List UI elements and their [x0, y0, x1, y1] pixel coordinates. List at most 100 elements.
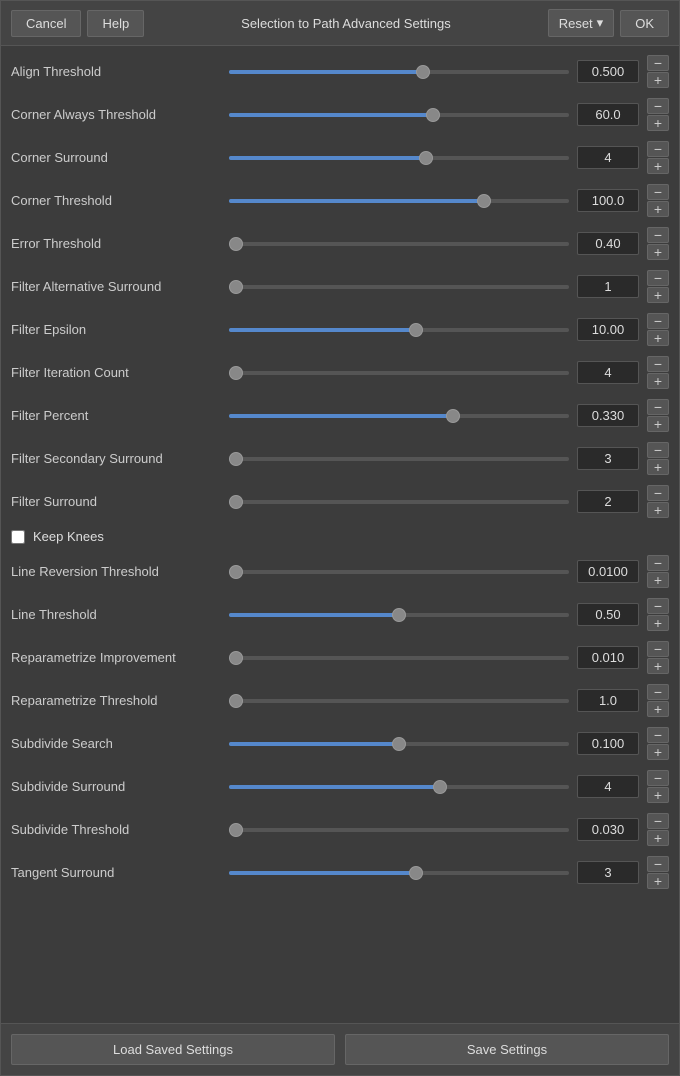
label-subdivide-surround: Subdivide Surround: [11, 779, 221, 794]
slider-thumb-error-threshold[interactable]: [229, 237, 243, 251]
slider-track-error-threshold: [229, 242, 569, 246]
decrement-button-line-reversion-threshold[interactable]: −: [647, 555, 669, 571]
decrement-button-subdivide-search[interactable]: −: [647, 727, 669, 743]
value-input-line-reversion-threshold[interactable]: [577, 560, 639, 583]
ok-button[interactable]: OK: [620, 10, 669, 37]
decrement-button-reparametrize-threshold[interactable]: −: [647, 684, 669, 700]
value-input-line-threshold[interactable]: [577, 603, 639, 626]
decrement-button-filter-iteration-count[interactable]: −: [647, 356, 669, 372]
decrement-button-subdivide-surround[interactable]: −: [647, 770, 669, 786]
value-input-corner-threshold[interactable]: [577, 189, 639, 212]
inc-dec-filter-percent: −+: [647, 399, 669, 432]
value-input-error-threshold[interactable]: [577, 232, 639, 255]
decrement-button-filter-secondary-surround[interactable]: −: [647, 442, 669, 458]
decrement-button-filter-percent[interactable]: −: [647, 399, 669, 415]
increment-button-corner-always-threshold[interactable]: +: [647, 115, 669, 131]
value-input-subdivide-search[interactable]: [577, 732, 639, 755]
increment-button-subdivide-surround[interactable]: +: [647, 787, 669, 803]
keep-knees-checkbox[interactable]: [11, 530, 25, 544]
slider-thumb-reparametrize-threshold[interactable]: [229, 694, 243, 708]
header: Cancel Help Selection to Path Advanced S…: [1, 1, 679, 46]
decrement-button-corner-always-threshold[interactable]: −: [647, 98, 669, 114]
slider-thumb-corner-threshold[interactable]: [477, 194, 491, 208]
value-input-corner-always-threshold[interactable]: [577, 103, 639, 126]
settings-rows-1: Align Threshold−+Corner Always Threshold…: [11, 50, 669, 523]
increment-button-filter-surround[interactable]: +: [647, 502, 669, 518]
slider-fill-filter-percent: [229, 414, 453, 418]
slider-thumb-corner-surround[interactable]: [419, 151, 433, 165]
increment-button-align-threshold[interactable]: +: [647, 72, 669, 88]
value-input-subdivide-surround[interactable]: [577, 775, 639, 798]
row-corner-always-threshold: Corner Always Threshold−+: [11, 93, 669, 136]
inc-dec-subdivide-threshold: −+: [647, 813, 669, 846]
increment-button-reparametrize-threshold[interactable]: +: [647, 701, 669, 717]
slider-fill-subdivide-search: [229, 742, 399, 746]
slider-thumb-subdivide-search[interactable]: [392, 737, 406, 751]
slider-thumb-reparametrize-improvement[interactable]: [229, 651, 243, 665]
slider-thumb-filter-epsilon[interactable]: [409, 323, 423, 337]
slider-thumb-tangent-surround[interactable]: [409, 866, 423, 880]
slider-thumb-line-threshold[interactable]: [392, 608, 406, 622]
value-input-filter-epsilon[interactable]: [577, 318, 639, 341]
value-input-corner-surround[interactable]: [577, 146, 639, 169]
decrement-button-line-threshold[interactable]: −: [647, 598, 669, 614]
increment-button-subdivide-threshold[interactable]: +: [647, 830, 669, 846]
value-input-align-threshold[interactable]: [577, 60, 639, 83]
cancel-button[interactable]: Cancel: [11, 10, 81, 37]
value-input-reparametrize-improvement[interactable]: [577, 646, 639, 669]
increment-button-filter-percent[interactable]: +: [647, 416, 669, 432]
decrement-button-filter-epsilon[interactable]: −: [647, 313, 669, 329]
decrement-button-align-threshold[interactable]: −: [647, 55, 669, 71]
slider-thumb-corner-always-threshold[interactable]: [426, 108, 440, 122]
slider-track-filter-percent: [229, 414, 569, 418]
slider-thumb-subdivide-surround[interactable]: [433, 780, 447, 794]
value-input-filter-alternative-surround[interactable]: [577, 275, 639, 298]
inc-dec-subdivide-search: −+: [647, 727, 669, 760]
decrement-button-reparametrize-improvement[interactable]: −: [647, 641, 669, 657]
slider-track-corner-threshold: [229, 199, 569, 203]
slider-track-reparametrize-improvement: [229, 656, 569, 660]
value-input-filter-secondary-surround[interactable]: [577, 447, 639, 470]
decrement-button-error-threshold[interactable]: −: [647, 227, 669, 243]
save-settings-button[interactable]: Save Settings: [345, 1034, 669, 1065]
slider-thumb-line-reversion-threshold[interactable]: [229, 565, 243, 579]
value-input-filter-surround[interactable]: [577, 490, 639, 513]
row-subdivide-surround: Subdivide Surround −+: [11, 765, 669, 808]
increment-button-line-reversion-threshold[interactable]: +: [647, 572, 669, 588]
increment-button-filter-secondary-surround[interactable]: +: [647, 459, 669, 475]
value-input-reparametrize-threshold[interactable]: [577, 689, 639, 712]
slider-thumb-filter-surround[interactable]: [229, 495, 243, 509]
increment-button-corner-threshold[interactable]: +: [647, 201, 669, 217]
slider-thumb-filter-percent[interactable]: [446, 409, 460, 423]
increment-button-error-threshold[interactable]: +: [647, 244, 669, 260]
increment-button-tangent-surround[interactable]: +: [647, 873, 669, 889]
decrement-button-corner-threshold[interactable]: −: [647, 184, 669, 200]
slider-thumb-filter-iteration-count[interactable]: [229, 366, 243, 380]
slider-thumb-filter-alternative-surround[interactable]: [229, 280, 243, 294]
slider-track-tangent-surround: [229, 871, 569, 875]
decrement-button-subdivide-threshold[interactable]: −: [647, 813, 669, 829]
value-input-filter-percent[interactable]: [577, 404, 639, 427]
decrement-button-corner-surround[interactable]: −: [647, 141, 669, 157]
help-button[interactable]: Help: [87, 10, 144, 37]
slider-thumb-subdivide-threshold[interactable]: [229, 823, 243, 837]
value-input-filter-iteration-count[interactable]: [577, 361, 639, 384]
reset-button[interactable]: Reset ▾: [548, 9, 615, 37]
increment-button-filter-iteration-count[interactable]: +: [647, 373, 669, 389]
value-input-subdivide-threshold[interactable]: [577, 818, 639, 841]
decrement-button-tangent-surround[interactable]: −: [647, 856, 669, 872]
slider-thumb-align-threshold[interactable]: [416, 65, 430, 79]
scroll-container[interactable]: Align Threshold−+Corner Always Threshold…: [1, 46, 679, 1023]
increment-button-line-threshold[interactable]: +: [647, 615, 669, 631]
value-input-tangent-surround[interactable]: [577, 861, 639, 884]
load-settings-button[interactable]: Load Saved Settings: [11, 1034, 335, 1065]
decrement-button-filter-surround[interactable]: −: [647, 485, 669, 501]
slider-container-corner-surround: [229, 148, 569, 168]
increment-button-subdivide-search[interactable]: +: [647, 744, 669, 760]
increment-button-corner-surround[interactable]: +: [647, 158, 669, 174]
decrement-button-filter-alternative-surround[interactable]: −: [647, 270, 669, 286]
slider-thumb-filter-secondary-surround[interactable]: [229, 452, 243, 466]
increment-button-reparametrize-improvement[interactable]: +: [647, 658, 669, 674]
increment-button-filter-epsilon[interactable]: +: [647, 330, 669, 346]
increment-button-filter-alternative-surround[interactable]: +: [647, 287, 669, 303]
